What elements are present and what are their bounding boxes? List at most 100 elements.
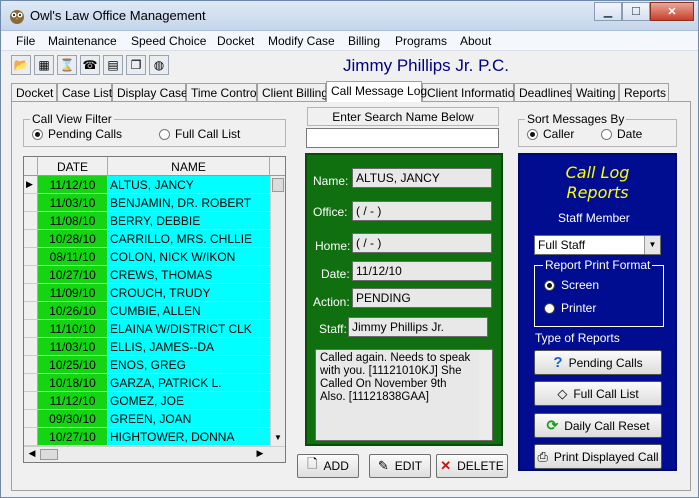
cell-date[interactable]: 10/26/10 — [38, 302, 108, 320]
scroll-right-arrow-icon[interactable]: ▶ — [253, 448, 267, 461]
cell-date[interactable]: 11/03/10 — [38, 338, 108, 356]
radio-sort-date[interactable]: Date — [601, 127, 642, 141]
call-notes-textarea[interactable]: Called again. Needs to speak with you. [… — [315, 349, 493, 441]
row-indicator[interactable] — [24, 392, 38, 410]
staff-member-select[interactable]: Full Staff ▼ — [534, 235, 661, 255]
chevron-down-icon[interactable]: ▼ — [644, 236, 660, 254]
home-phone-field[interactable]: ( / - ) — [352, 233, 492, 253]
row-indicator[interactable] — [24, 212, 38, 230]
table-row[interactable]: 10/25/10 ENOS, GREG — [24, 356, 270, 374]
date-field[interactable]: 11/12/10 — [352, 261, 492, 281]
cell-date[interactable]: 11/08/10 — [38, 212, 108, 230]
name-field[interactable]: ALTUS, JANCY — [352, 168, 492, 188]
table-row[interactable]: 11/12/10 GOMEZ, JOE — [24, 392, 270, 410]
close-button[interactable]: ✕ — [650, 2, 694, 21]
radio-format-printer[interactable]: Printer — [544, 301, 596, 315]
table-row[interactable]: 11/09/10 CROUCH, TRUDY — [24, 284, 270, 302]
table-row[interactable]: 11/03/10 BENJAMIN, DR. ROBERT — [24, 194, 270, 212]
phone-icon[interactable]: ☎ — [80, 55, 100, 75]
full-call-list-report-button[interactable]: ◇ Full Call List — [534, 381, 662, 406]
cell-date[interactable]: 10/28/10 — [38, 230, 108, 248]
row-indicator[interactable] — [24, 194, 38, 212]
grid-horizontal-scrollbar[interactable]: ◀ ▶ — [24, 446, 285, 462]
cell-date[interactable]: 09/30/10 — [38, 410, 108, 428]
cell-date[interactable]: 11/12/10 — [38, 176, 108, 194]
pending-calls-report-button[interactable]: ? Pending Calls — [534, 350, 662, 375]
cell-name[interactable]: GREEN, JOAN — [108, 410, 270, 428]
scroll-left-arrow-icon[interactable]: ◀ — [25, 448, 39, 461]
tab-call-message-log[interactable]: Call Message Log — [326, 81, 427, 102]
menu-maintenance[interactable]: Maintenance — [48, 34, 117, 48]
cell-name[interactable]: ALTUS, JANCY — [108, 176, 270, 194]
tab-case-list[interactable]: Case List — [57, 83, 112, 101]
grid-vertical-scrollbar[interactable]: ▼ — [270, 176, 285, 446]
staff-field[interactable]: Jimmy Phillips Jr. — [348, 317, 488, 337]
cell-name[interactable]: GARZA, PATRICK L. — [108, 374, 270, 392]
table-row[interactable]: 10/26/10 CUMBIE, ALLEN — [24, 302, 270, 320]
radio-dot[interactable] — [544, 302, 555, 314]
call-list-grid[interactable]: DATE NAME ▶ 11/12/10 ALTUS, JANCY 11/03/10 B… — [23, 156, 286, 463]
delete-button[interactable]: ✕ DELETE — [436, 454, 508, 478]
radio-dot[interactable] — [159, 128, 170, 140]
table-row[interactable]: 10/18/10 GARZA, PATRICK L. — [24, 374, 270, 392]
documents-icon[interactable]: ❐ — [126, 55, 146, 75]
cell-date[interactable]: 11/03/10 — [38, 194, 108, 212]
minimize-button[interactable]: ▁ — [594, 2, 622, 21]
cell-date[interactable]: 10/18/10 — [38, 374, 108, 392]
tab-client-information[interactable]: Client Information — [422, 83, 521, 101]
tab-display-case[interactable]: Display Case — [112, 83, 188, 101]
row-indicator[interactable] — [24, 320, 38, 338]
cell-date[interactable]: 10/27/10 — [38, 266, 108, 284]
row-indicator[interactable] — [24, 230, 38, 248]
daily-call-reset-button[interactable]: ⟳ Daily Call Reset — [534, 413, 662, 438]
cell-date[interactable]: 11/09/10 — [38, 284, 108, 302]
cell-date[interactable]: 11/12/10 — [38, 392, 108, 410]
table-row[interactable]: 11/08/10 BERRY, DEBBIE — [24, 212, 270, 230]
radio-full-call-list[interactable]: Full Call List — [159, 127, 240, 141]
edit-button[interactable]: ✎ EDIT — [369, 454, 431, 478]
cell-name[interactable]: CROUCH, TRUDY — [108, 284, 270, 302]
cell-date[interactable]: 10/27/10 — [38, 428, 108, 446]
radio-dot[interactable] — [32, 128, 43, 140]
menu-speed-choice[interactable]: Speed Choice — [131, 34, 206, 48]
row-indicator[interactable] — [24, 356, 38, 374]
menu-billing[interactable]: Billing — [348, 34, 380, 48]
table-row[interactable]: 08/11/10 COLON, NICK W/IKON — [24, 248, 270, 266]
radio-dot[interactable] — [601, 128, 612, 140]
table-row[interactable]: 10/27/10 CREWS, THOMAS — [24, 266, 270, 284]
cell-date[interactable]: 11/10/10 — [38, 320, 108, 338]
cell-date[interactable]: 08/11/10 — [38, 248, 108, 266]
search-input[interactable] — [306, 128, 499, 148]
table-row[interactable]: 09/30/10 GREEN, JOAN — [24, 410, 270, 428]
globe-icon[interactable]: ◍ — [149, 55, 169, 75]
row-indicator[interactable] — [24, 428, 38, 446]
menu-programs[interactable]: Programs — [395, 34, 447, 48]
office-phone-field[interactable]: ( / - ) — [352, 201, 492, 221]
cell-name[interactable]: ENOS, GREG — [108, 356, 270, 374]
cell-name[interactable]: HIGHTOWER, DONNA — [108, 428, 270, 446]
row-indicator[interactable] — [24, 248, 38, 266]
cell-name[interactable]: ELLIS, JAMES--DA — [108, 338, 270, 356]
tab-time-control[interactable]: Time Control — [186, 83, 259, 101]
scroll-down-arrow-icon[interactable]: ▼ — [272, 433, 284, 445]
table-row[interactable]: 10/28/10 CARRILLO, MRS. CHLLIE — [24, 230, 270, 248]
row-indicator[interactable] — [24, 302, 38, 320]
calculator-icon[interactable]: ▤ — [103, 55, 123, 75]
cell-name[interactable]: BENJAMIN, DR. ROBERT — [108, 194, 270, 212]
row-indicator[interactable] — [24, 266, 38, 284]
row-indicator[interactable] — [24, 284, 38, 302]
radio-pending-calls[interactable]: Pending Calls — [32, 127, 122, 141]
cell-name[interactable]: COLON, NICK W/IKON — [108, 248, 270, 266]
print-displayed-call-button[interactable]: ⎙ Print Displayed Call — [534, 444, 662, 469]
menu-modify-case[interactable]: Modify Case — [268, 34, 335, 48]
table-row[interactable]: 10/27/10 HIGHTOWER, DONNA — [24, 428, 270, 446]
cell-date[interactable]: 10/25/10 — [38, 356, 108, 374]
cell-name[interactable]: BERRY, DEBBIE — [108, 212, 270, 230]
row-indicator[interactable] — [24, 410, 38, 428]
open-folder-icon[interactable]: 📂 — [11, 55, 31, 75]
cell-name[interactable]: CUMBIE, ALLEN — [108, 302, 270, 320]
menu-file[interactable]: File — [16, 34, 35, 48]
notes-scrollbar[interactable] — [479, 351, 491, 439]
row-indicator[interactable] — [24, 374, 38, 392]
radio-dot[interactable] — [527, 128, 538, 140]
